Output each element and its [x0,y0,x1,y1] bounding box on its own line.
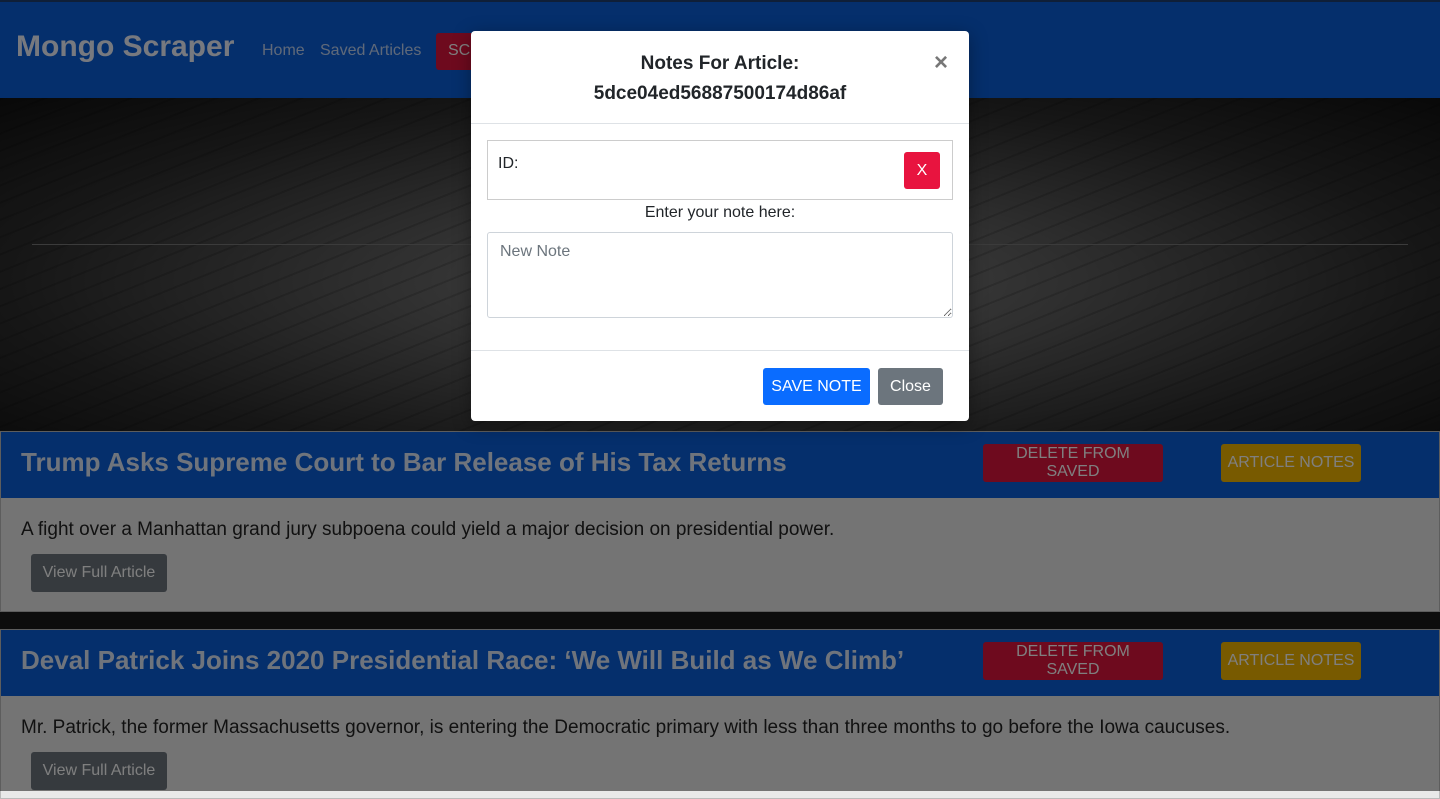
modal-title: Notes For Article: 5dce04ed56887500174d8… [471,49,969,109]
note-prompt: Enter your note here: [644,204,796,221]
delete-note-button[interactable]: X [904,152,940,189]
close-icon[interactable]: × [934,49,948,77]
article-id: 5dce04ed56887500174d86af [593,83,847,104]
existing-note: ID: X [487,140,953,200]
new-note-textarea[interactable] [487,232,953,318]
modal-header: Notes For Article: 5dce04ed56887500174d8… [471,31,969,124]
save-note-button[interactable]: SAVE NOTE [763,368,870,405]
note-id-label: ID: [498,155,519,172]
close-button[interactable]: Close [878,368,943,405]
modal-footer: SAVE NOTE Close [471,350,969,422]
modal-title-line: Notes For Article: [640,53,800,74]
notes-modal: Notes For Article: 5dce04ed56887500174d8… [471,31,969,421]
